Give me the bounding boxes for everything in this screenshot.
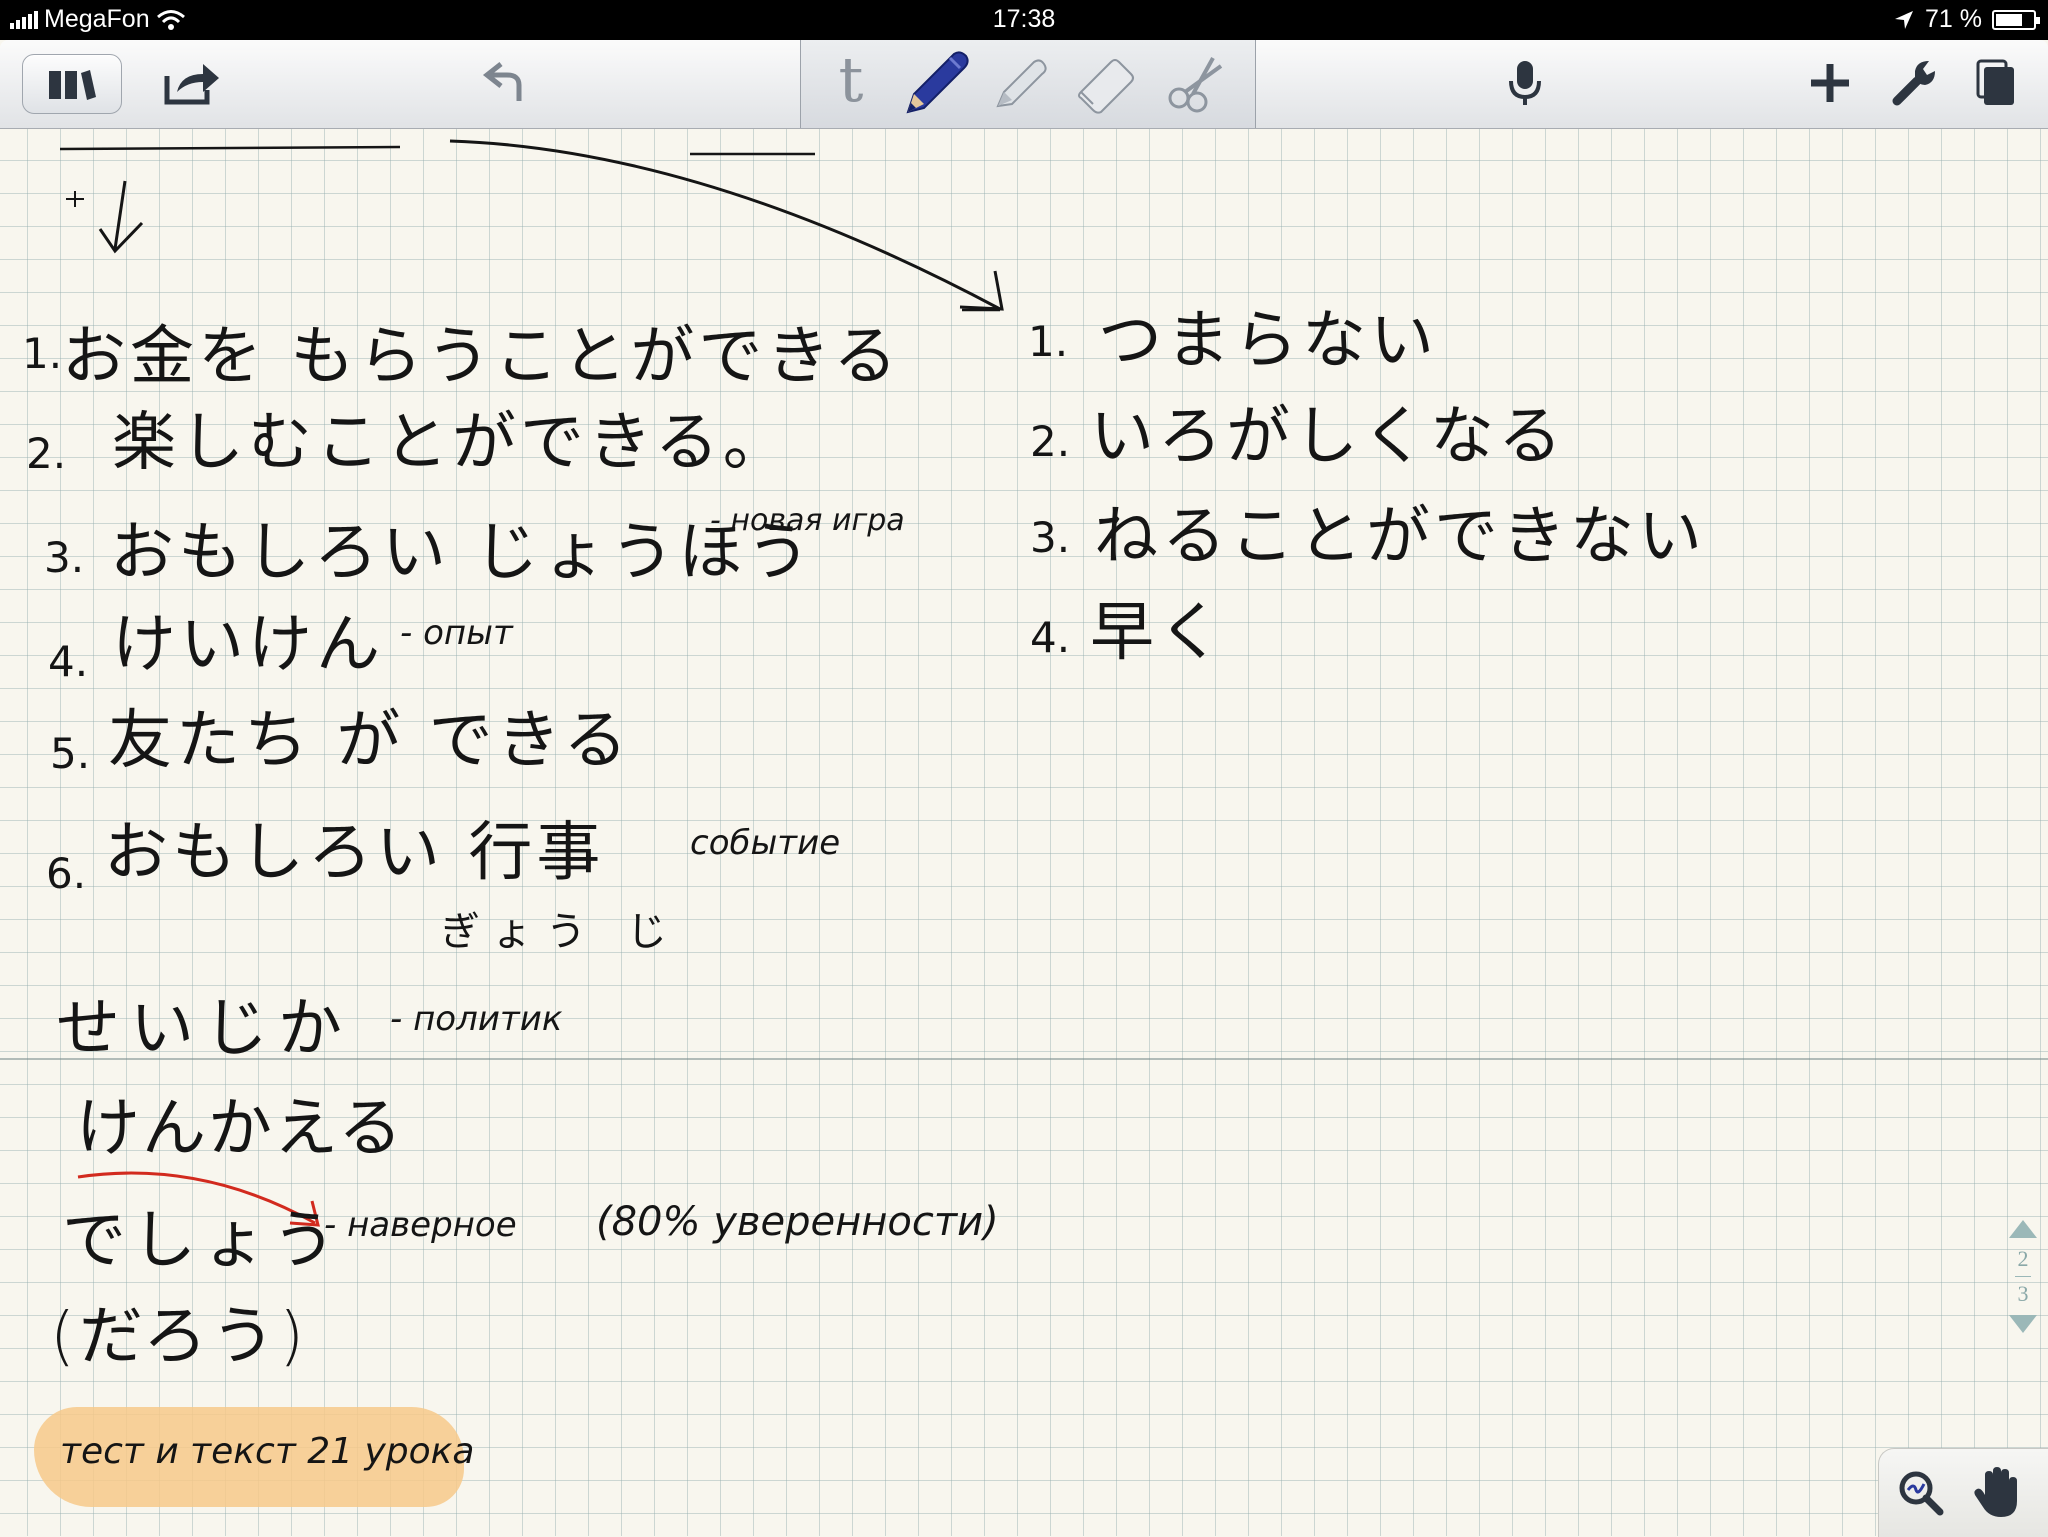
plus-icon xyxy=(1811,64,1849,102)
undo-button[interactable] xyxy=(470,50,540,116)
current-page-number: 2 xyxy=(2017,1246,2029,1271)
seijika-gloss: - политик xyxy=(390,999,563,1039)
pen-icon xyxy=(906,51,969,114)
left-item-3-num: 3. xyxy=(44,533,85,582)
darou-text: (だろう) xyxy=(50,1300,309,1374)
next-page-icon[interactable] xyxy=(2009,1315,2037,1333)
pan-button[interactable] xyxy=(1965,1461,2029,1525)
text-tool-button[interactable]: t xyxy=(821,43,881,116)
right-item-1-num: 1. xyxy=(1028,317,1069,366)
battery-level xyxy=(1996,13,2022,26)
library-button[interactable] xyxy=(22,54,122,114)
arrow-right xyxy=(449,139,1004,311)
left-item-6-text: おもしろい 行事 xyxy=(104,816,605,890)
total-pages-number: 3 xyxy=(2017,1281,2029,1306)
kenkaeru-text: けんかえる xyxy=(76,1092,405,1166)
status-bar: MegaFon 17:38 71 % xyxy=(0,0,2048,40)
settings-button[interactable] xyxy=(1880,50,1950,116)
left-item-3-gloss: - новая игра xyxy=(710,503,905,538)
share-icon xyxy=(164,64,219,105)
left-item-2-num: 2. xyxy=(26,429,67,478)
share-button[interactable] xyxy=(152,50,232,116)
battery-icon xyxy=(1992,9,2040,30)
microphone-button[interactable] xyxy=(1490,50,1560,116)
right-item-2-text: いろがしくなる xyxy=(1090,400,1566,474)
pages-icon xyxy=(1976,59,2014,105)
highlighter-icon xyxy=(996,59,1047,108)
zoom-button[interactable] xyxy=(1891,1463,1951,1523)
status-time: 17:38 xyxy=(992,5,1056,33)
deshou-gloss: - наверное xyxy=(324,1205,517,1245)
arrow-down xyxy=(98,180,144,254)
microphone-icon xyxy=(1509,61,1541,105)
toolbar: t xyxy=(0,40,2048,129)
right-item-3-num: 3. xyxy=(1030,513,1071,562)
left-item-6-num: 6. xyxy=(46,849,87,898)
deshou-text: でしょう xyxy=(62,1204,342,1278)
right-item-3-text: ねることができない xyxy=(1094,500,1706,574)
page-separator xyxy=(2015,1276,2031,1277)
right-item-4-text: 早く xyxy=(1090,596,1226,670)
pen-tool-button[interactable] xyxy=(896,50,976,116)
right-item-4-num: 4. xyxy=(1030,613,1071,662)
magnifier-icon xyxy=(1899,1471,1944,1516)
add-page-button[interactable] xyxy=(1795,50,1865,116)
highlighter-tool-button[interactable] xyxy=(986,50,1056,116)
top-underline xyxy=(59,145,401,151)
left-item-6-reading: ぎょう じ xyxy=(440,909,681,955)
left-item-2-text: 楽しむことができる。 xyxy=(112,406,791,480)
left-item-3-text: おもしろい じょうほう xyxy=(110,516,815,590)
left-item-4-num: 4. xyxy=(48,637,89,686)
left-item-6-gloss: событие xyxy=(690,823,841,863)
right-item-2-num: 2. xyxy=(1030,417,1071,466)
hand-icon xyxy=(1974,1467,2017,1517)
right-item-1-text: つまらない xyxy=(1098,304,1438,378)
scissors-tool-button[interactable] xyxy=(1156,50,1236,116)
undo-icon xyxy=(482,62,522,101)
drawing-tools: t xyxy=(800,40,1256,128)
seijika-text: せいじか xyxy=(56,992,352,1066)
eraser-tool-button[interactable] xyxy=(1071,50,1141,116)
scissors-icon xyxy=(1168,57,1223,113)
bottom-tools-panel xyxy=(1878,1448,2048,1537)
highlighted-note-text: тест и текст 21 урока xyxy=(60,1431,475,1472)
left-item-4-text: けいけん xyxy=(112,608,384,682)
eraser-icon xyxy=(1078,59,1134,114)
text-tool-icon: t xyxy=(838,43,864,116)
plus-mark xyxy=(66,191,84,207)
pages-button[interactable] xyxy=(1962,50,2032,116)
deshou-certainty: (80% уверенности) xyxy=(596,1199,999,1245)
page-navigator: 2 3 xyxy=(2005,1218,2041,1358)
wrench-icon xyxy=(1892,61,1935,106)
left-item-1-num: 1. xyxy=(22,329,63,378)
note-page[interactable]: 1. お金を もらうことができる 2. 楽しむことができる。 3. おもしろい … xyxy=(0,129,2048,1536)
left-item-5-num: 5. xyxy=(50,729,91,778)
left-item-5-text: 友たち が できる xyxy=(108,704,632,778)
library-icon xyxy=(49,70,96,100)
left-item-1-text: お金を もらうことができる xyxy=(62,320,902,394)
battery-percent: 71 % xyxy=(1925,5,1982,33)
left-item-4-gloss: - опыт xyxy=(400,613,513,653)
location-icon xyxy=(1895,10,1914,29)
previous-page-icon[interactable] xyxy=(2009,1220,2037,1238)
